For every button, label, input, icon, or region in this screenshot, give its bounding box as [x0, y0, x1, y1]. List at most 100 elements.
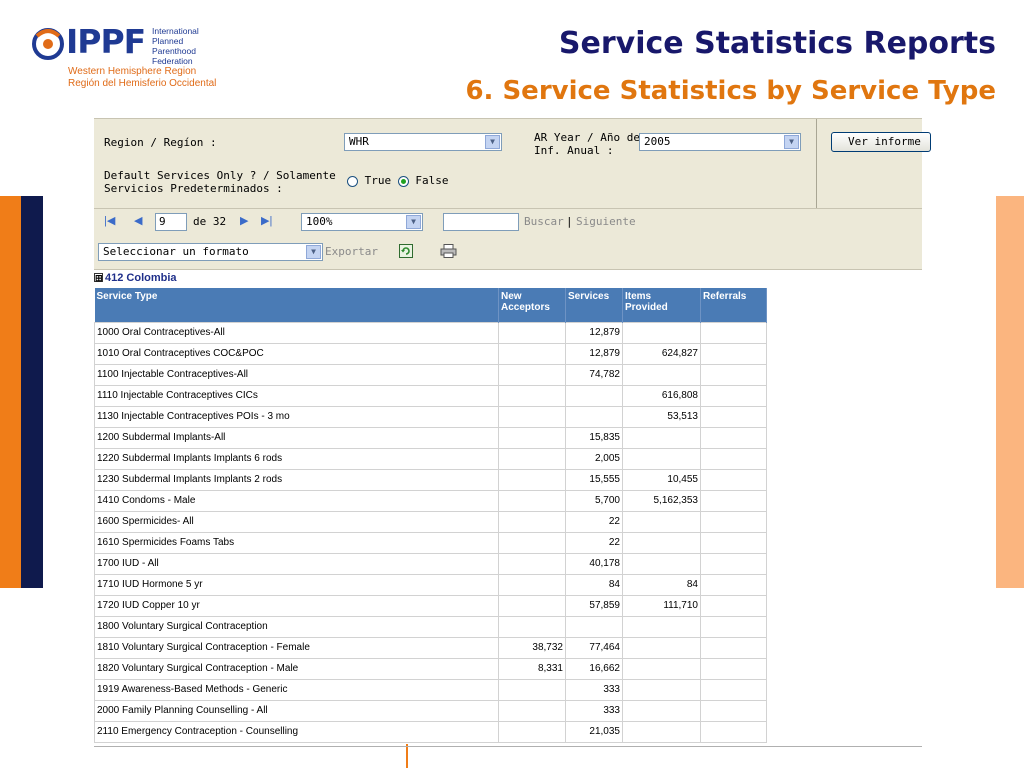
cell-new — [498, 552, 566, 575]
radio-true-label[interactable]: True — [365, 174, 392, 187]
year-select-value: 2005 — [644, 135, 671, 148]
cell-referrals — [700, 384, 767, 407]
radio-false[interactable] — [397, 175, 409, 187]
zoom-select[interactable]: 100% ▼ — [301, 213, 423, 231]
ippf-logo: IPPF International Planned Parenthood Fe… — [28, 24, 228, 94]
last-page-icon[interactable]: ▶| — [261, 214, 272, 227]
find-input[interactable] — [443, 213, 519, 231]
cell-referrals — [700, 594, 767, 617]
table-row: 2000 Family Planning Counselling - All 33… — [94, 699, 767, 722]
cell-referrals — [700, 405, 767, 428]
chevron-down-icon[interactable]: ▼ — [406, 215, 421, 229]
cell-new — [498, 699, 566, 722]
region-select[interactable]: WHR ▼ — [344, 133, 502, 151]
cell-referrals — [700, 342, 767, 365]
table-row: 1610 Spermicides Foams Tabs 22 — [94, 531, 767, 554]
view-report-button[interactable]: Ver informe — [831, 132, 931, 152]
table-row: 1700 IUD - All 40,178 — [94, 552, 767, 575]
chevron-down-icon[interactable]: ▼ — [306, 245, 321, 259]
find-separator: | — [566, 215, 573, 228]
chevron-down-icon[interactable]: ▼ — [485, 135, 500, 149]
table-row: 1110 Injectable Contraceptives CICs 616,8… — [94, 384, 767, 407]
cell-items — [622, 363, 701, 386]
refresh-icon[interactable] — [399, 244, 413, 258]
table-row: 2110 Emergency Contraception - Counselli… — [94, 720, 767, 743]
first-page-icon[interactable]: |◀ — [104, 214, 115, 227]
cell-referrals — [700, 699, 767, 722]
radio-true[interactable] — [347, 175, 358, 187]
report-viewer: Region / Regíon : WHR ▼ AR Year / Año de… — [94, 118, 931, 748]
cell-type: 1720 IUD Copper 10 yr — [94, 594, 499, 617]
print-icon[interactable] — [440, 244, 458, 258]
next-page-icon[interactable]: ▶ — [240, 214, 248, 227]
cell-new: 8,331 — [498, 657, 566, 680]
column-header-line: Items — [625, 291, 652, 302]
cell-services: 22 — [565, 531, 623, 554]
cell-referrals — [700, 363, 767, 386]
cell-services: 12,879 — [565, 342, 623, 365]
table-row: 1000 Oral Contraceptives-All 12,879 — [94, 321, 767, 344]
cell-referrals — [700, 321, 767, 344]
default-services-label-line: Default Services Only ? / Solamente — [104, 169, 336, 182]
expand-toggle-icon[interactable]: ⊞ — [94, 273, 103, 283]
column-header: Service Type — [94, 288, 499, 322]
cell-new — [498, 678, 566, 701]
column-header-line: Service Type — [96, 291, 158, 302]
group-label: 412 Colombia — [105, 272, 177, 284]
cell-referrals — [700, 510, 767, 533]
cell-type: 1110 Injectable Contraceptives CICs — [94, 384, 499, 407]
column-header-line: Provided — [625, 302, 668, 313]
cell-services: 333 — [565, 678, 623, 701]
find-link[interactable]: Buscar — [524, 215, 564, 228]
cell-services: 5,700 — [565, 489, 623, 512]
cell-new — [498, 720, 566, 743]
cell-referrals — [700, 615, 767, 638]
right-peach-bar — [996, 196, 1024, 588]
default-services-label: Default Services Only ? / Solamente Serv… — [104, 169, 336, 195]
cell-referrals — [700, 531, 767, 554]
cell-referrals — [700, 573, 767, 596]
logo-fullname-line: International — [152, 26, 199, 36]
cell-referrals — [700, 468, 767, 491]
year-select[interactable]: 2005 ▼ — [639, 133, 801, 151]
radio-false-label[interactable]: False — [415, 174, 448, 187]
column-header-line: Acceptors — [501, 302, 550, 313]
parameters-panel: Region / Regíon : WHR ▼ AR Year / Año de… — [94, 118, 922, 209]
cell-services: 84 — [565, 573, 623, 596]
prev-page-icon[interactable]: ◀ — [134, 214, 142, 227]
group-header[interactable]: ⊞ 412 Colombia — [94, 272, 177, 284]
table-row: 1800 Voluntary Surgical Contraception — [94, 615, 767, 638]
export-format-value: Seleccionar un formato — [103, 245, 249, 258]
cell-referrals — [700, 447, 767, 470]
chevron-down-icon[interactable]: ▼ — [784, 135, 799, 149]
cell-type: 1410 Condoms - Male — [94, 489, 499, 512]
cell-type: 1610 Spermicides Foams Tabs — [94, 531, 499, 554]
table-header-row: Service Type New Acceptors Services Items… — [94, 288, 767, 322]
logo-fullname: International Planned Parenthood Federat… — [152, 26, 228, 66]
cell-services: 74,782 — [565, 363, 623, 386]
cell-services: 2,005 — [565, 447, 623, 470]
cell-type: 2110 Emergency Contraception - Counselli… — [94, 720, 499, 743]
cell-new — [498, 594, 566, 617]
year-label: AR Year / Año de Inf. Anual : — [534, 131, 640, 157]
next-match-link[interactable]: Siguiente — [576, 215, 636, 228]
cell-items — [622, 657, 701, 680]
column-header: Referrals — [700, 288, 767, 322]
export-link[interactable]: Exportar — [325, 245, 378, 258]
region-label: Region / Regíon : — [104, 136, 217, 149]
cell-type: 1919 Awareness-Based Methods - Generic — [94, 678, 499, 701]
cell-items — [622, 510, 701, 533]
cell-type: 1810 Voluntary Surgical Contraception - … — [94, 636, 499, 659]
cell-type: 1800 Voluntary Surgical Contraception — [94, 615, 499, 638]
export-format-select[interactable]: Seleccionar un formato ▼ — [98, 243, 323, 261]
column-header: Items Provided — [622, 288, 701, 322]
cell-services: 15,555 — [565, 468, 623, 491]
cell-services: 57,859 — [565, 594, 623, 617]
cell-referrals — [700, 426, 767, 449]
cell-items: 616,808 — [622, 384, 701, 407]
cell-new — [498, 426, 566, 449]
table-row: 1230 Subdermal Implants Implants 2 rods 1… — [94, 468, 767, 491]
page-number-input[interactable]: 9 — [155, 213, 187, 231]
column-header-line: New — [501, 291, 522, 302]
column-header-line: Services — [568, 291, 610, 302]
